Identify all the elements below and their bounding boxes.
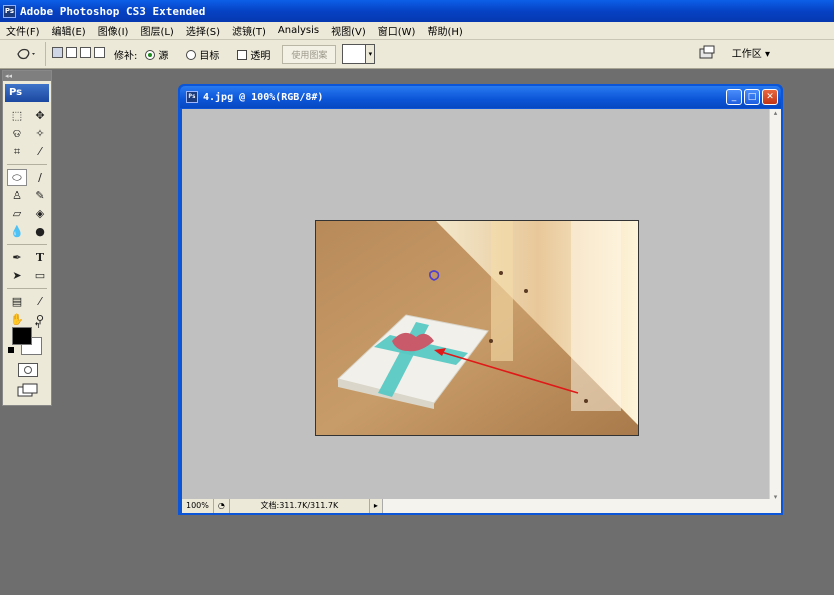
vertical-scrollbar[interactable]: ▴ ▾ — [769, 109, 781, 501]
options-bar: 修补: 源 目标 透明 使用图案 ▾ 工作区 ▾ — [0, 40, 834, 69]
target-option[interactable]: 目标 — [186, 47, 219, 62]
path-selection-tool-icon[interactable]: ➤ — [7, 267, 27, 284]
workspace-area: 工作区 ▾ — [698, 44, 770, 60]
menu-file[interactable]: 文件(F) — [0, 23, 46, 38]
intersect-selection-icon[interactable] — [94, 47, 105, 58]
brush-tool-icon[interactable]: ∕ — [30, 169, 50, 186]
notes-tool-icon[interactable]: ▤ — [7, 293, 27, 310]
palette-well-icon[interactable] — [698, 44, 718, 60]
menu-analysis[interactable]: Analysis — [272, 25, 325, 36]
marquee-tool-icon[interactable]: ⬚ — [7, 107, 27, 124]
document-image[interactable] — [315, 220, 639, 436]
workspace-button[interactable]: 工作区 ▾ — [732, 45, 770, 60]
tool-grid: ⬚ ✥ ଡ ✧ ⌗ ⁄ — [3, 105, 51, 162]
toolbox-collapse-icon[interactable]: ◂◂ — [3, 71, 51, 81]
app-title: Adobe Photoshop CS3 Extended — [20, 4, 206, 18]
pen-tool-icon[interactable]: ✒ — [7, 249, 27, 266]
menu-edit[interactable]: 编辑(E) — [46, 23, 92, 38]
app-title-bar: Ps Adobe Photoshop CS3 Extended — [0, 0, 834, 22]
use-pattern-button[interactable]: 使用图案 — [282, 44, 337, 64]
hand-tool-icon[interactable]: ✋ — [7, 311, 27, 328]
canvas-area[interactable] — [182, 109, 769, 501]
magic-wand-tool-icon[interactable]: ✧ — [30, 125, 50, 142]
pattern-swatch[interactable] — [342, 44, 367, 64]
photoshop-logo: Ps — [5, 84, 49, 102]
document-size-info: 文档:311.7K/311.7K — [230, 499, 370, 513]
add-selection-icon[interactable] — [66, 47, 77, 58]
photoshop-app-icon: Ps — [3, 4, 16, 18]
foreground-color-swatch[interactable] — [12, 327, 32, 345]
subtract-selection-icon[interactable] — [80, 47, 91, 58]
tool-grid-retouch: ⬭ ∕ ♙ ✎ ▱ ◈ 💧 ● — [3, 167, 51, 242]
patch-tool-icon[interactable]: ⬭ — [7, 169, 27, 186]
toolbox-divider — [7, 244, 47, 245]
source-label: 源 — [158, 50, 169, 62]
status-bar: 100% ◔ 文档:311.7K/311.7K ▸ — [182, 499, 781, 513]
minimize-icon[interactable]: _ — [726, 89, 742, 105]
target-radio-icon — [186, 49, 197, 60]
menu-bar: 文件(F) 编辑(E) 图像(I) 图层(L) 选择(S) 滤镜(T) Anal… — [0, 22, 834, 40]
dodge-tool-icon[interactable]: ● — [30, 223, 50, 240]
menu-select[interactable]: 选择(S) — [180, 23, 226, 38]
tool-grid-vector: ✒ T ➤ ▭ — [3, 247, 51, 286]
screen-mode-svg — [17, 383, 38, 397]
crop-tool-icon[interactable]: ⌗ — [7, 143, 27, 160]
document-title-bar[interactable]: Ps 4.jpg @ 100%(RGB/8#) — [180, 86, 781, 108]
zoom-level[interactable]: 100% — [182, 499, 214, 513]
document-window: Ps 4.jpg @ 100%(RGB/8#) _ □ ✕ ▴ ▾ 100% ◔… — [178, 84, 783, 515]
tool-grid-nav: ▤ ⁄ ✋ ⚲ — [3, 291, 51, 330]
menu-layer[interactable]: 图层(L) — [134, 23, 179, 38]
toolbox: ◂◂ Ps ⬚ ✥ ଡ ✧ ⌗ ⁄ ⬭ ∕ ♙ ✎ ▱ ◈ 💧 ● ✒ T ➤ … — [2, 70, 52, 406]
history-brush-tool-icon[interactable]: ✎ — [30, 187, 50, 204]
menu-window[interactable]: 窗口(W) — [372, 23, 422, 38]
maximize-icon[interactable]: □ — [744, 89, 760, 105]
selection-mode-group — [52, 47, 108, 61]
slice-tool-icon[interactable]: ⁄ — [30, 143, 50, 160]
screen-mode-icon[interactable] — [17, 383, 39, 397]
source-radio-icon — [145, 49, 156, 60]
lasso-tool-icon[interactable]: ଡ — [7, 125, 27, 142]
blur-tool-icon[interactable]: 💧 — [7, 223, 27, 240]
transparent-label: 透明 — [250, 50, 271, 62]
toolbox-divider — [7, 164, 47, 165]
transparent-checkbox-icon — [237, 49, 248, 60]
status-info-icon[interactable]: ◔ — [214, 499, 230, 513]
quick-mask-circle — [24, 366, 32, 374]
quick-mask-icon[interactable] — [18, 363, 38, 377]
tool-preset-picker[interactable] — [6, 42, 46, 66]
move-tool-icon[interactable]: ✥ — [30, 107, 50, 124]
target-label: 目标 — [199, 50, 220, 62]
patch-label: 修补: — [114, 50, 138, 62]
menu-help[interactable]: 帮助(H) — [421, 23, 468, 38]
type-tool-icon[interactable]: T — [30, 249, 50, 266]
document-title: 4.jpg @ 100%(RGB/8#) — [203, 91, 324, 103]
new-selection-icon[interactable] — [52, 47, 63, 58]
menu-image[interactable]: 图像(I) — [92, 23, 135, 38]
transparent-option[interactable]: 透明 — [237, 47, 270, 62]
menu-view[interactable]: 视图(V) — [325, 23, 372, 38]
scroll-up-icon[interactable]: ▴ — [770, 109, 781, 117]
toolbox-divider — [7, 288, 47, 289]
close-icon[interactable]: ✕ — [762, 89, 778, 105]
horizontal-scrollbar[interactable] — [382, 499, 781, 513]
status-menu-arrow-icon[interactable]: ▸ — [370, 499, 383, 513]
default-colors-icon[interactable] — [8, 347, 14, 353]
document-icon: Ps — [186, 91, 198, 103]
eyedropper-tool-icon[interactable]: ⁄ — [30, 293, 50, 310]
swap-colors-icon[interactable]: ↰ — [34, 321, 41, 330]
shape-tool-icon[interactable]: ▭ — [30, 267, 50, 284]
photo-svg — [316, 221, 638, 435]
menu-filter[interactable]: 滤镜(T) — [226, 23, 272, 38]
window-controls: _ □ ✕ — [726, 89, 778, 105]
eraser-tool-icon[interactable]: ▱ — [7, 205, 27, 222]
clone-stamp-tool-icon[interactable]: ♙ — [7, 187, 27, 204]
patch-tool-icon — [16, 48, 35, 60]
source-option[interactable]: 源 — [145, 47, 168, 62]
paint-bucket-tool-icon[interactable]: ◈ — [30, 205, 50, 222]
pattern-dropdown-icon[interactable]: ▾ — [366, 44, 376, 64]
